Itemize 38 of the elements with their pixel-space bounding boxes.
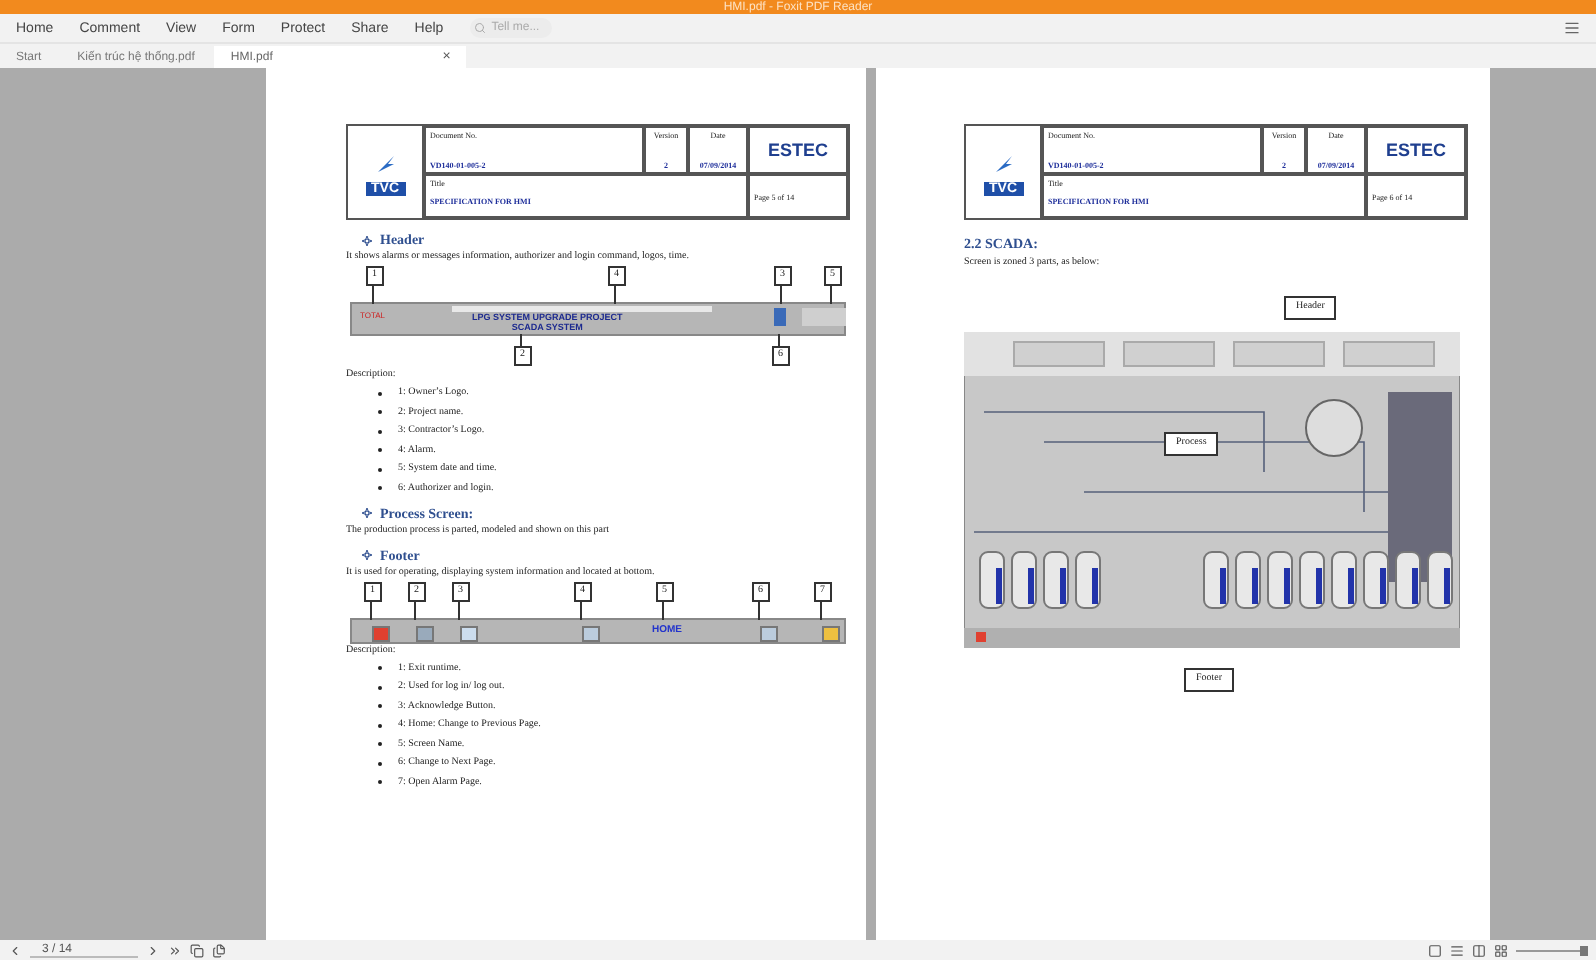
leader-line [820, 599, 822, 619]
search-icon [473, 22, 486, 34]
footer-button-icon [372, 625, 390, 641]
two-page-icon[interactable] [1472, 943, 1486, 957]
company-logo: ESTEC [1385, 140, 1446, 160]
diamond-bullet-icon [362, 550, 372, 560]
continuous-page-icon[interactable] [1450, 943, 1464, 957]
leader-line [370, 599, 372, 619]
leader-line [458, 599, 460, 619]
leader-line [778, 334, 780, 346]
leader-line [614, 284, 616, 304]
footer-button-icon [760, 625, 778, 641]
leader-line [780, 284, 782, 304]
copy-icon[interactable] [190, 943, 204, 957]
slider-thumb[interactable] [1580, 945, 1589, 955]
footer-button-icon [416, 625, 434, 641]
contractor-logo-icon [774, 308, 786, 326]
menu-icon[interactable] [1564, 20, 1580, 36]
last-page-icon[interactable] [168, 943, 182, 957]
leader-line [580, 599, 582, 619]
leader-line [414, 599, 416, 619]
previous-page-icon[interactable] [8, 943, 22, 957]
company-logo: ESTEC [767, 140, 828, 160]
next-page-icon[interactable] [146, 943, 160, 957]
diamond-bullet-icon [362, 508, 372, 518]
footer-button-icon [460, 625, 478, 641]
diamond-bullet-icon [362, 235, 372, 245]
leader-line [758, 599, 760, 619]
single-page-icon[interactable] [1428, 943, 1442, 957]
leader-line [830, 284, 832, 304]
grid-view-icon[interactable] [1494, 943, 1508, 957]
leader-line [520, 334, 522, 346]
footer-button-icon [822, 625, 840, 641]
pages-icon[interactable] [212, 943, 226, 957]
leader-line [662, 599, 664, 619]
leader-line [372, 284, 374, 304]
date-time-panel [802, 308, 846, 326]
footer-button-icon [582, 625, 600, 641]
